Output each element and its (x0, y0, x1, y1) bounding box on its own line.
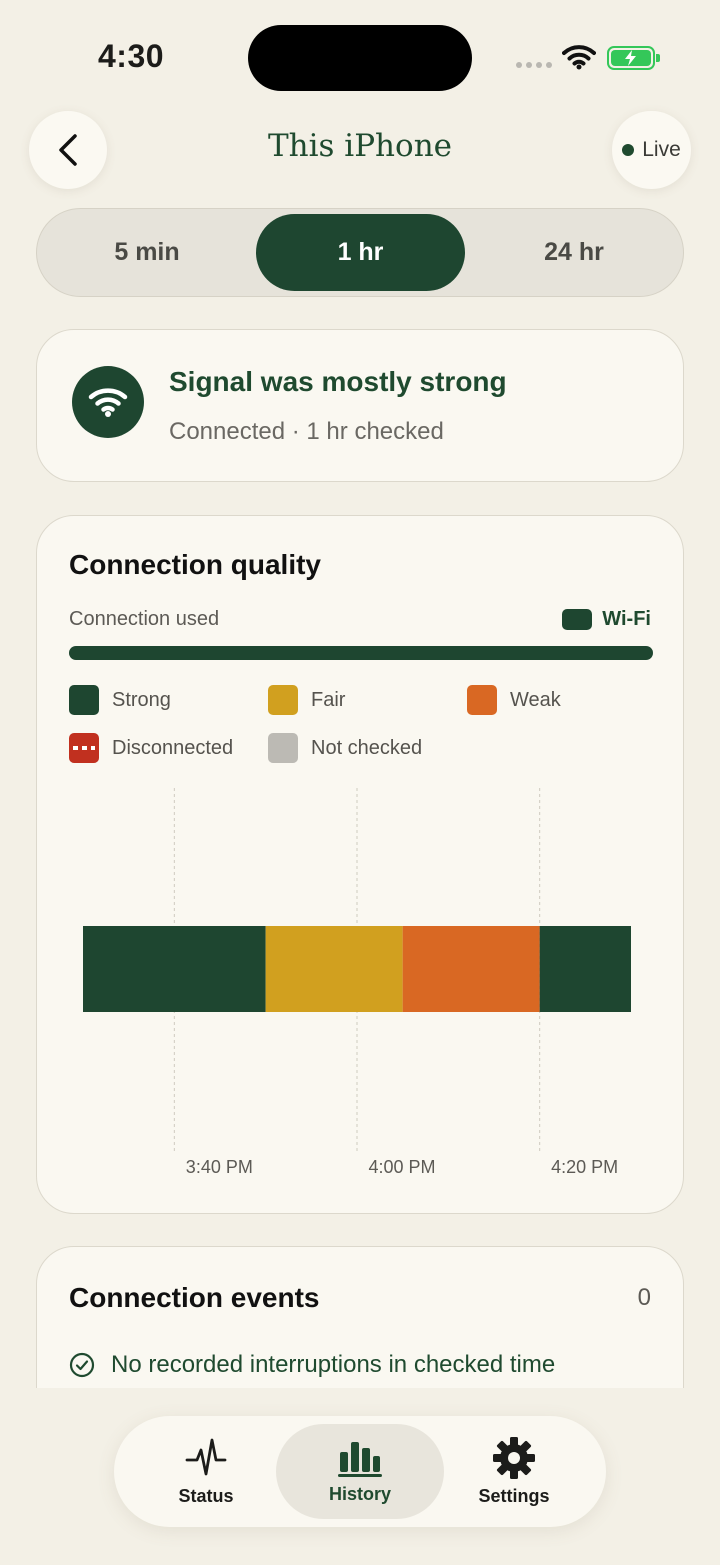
live-indicator[interactable]: Live (612, 111, 691, 189)
legend-swatch (268, 733, 298, 763)
timeline-segment-weak (402, 926, 540, 1012)
tab-bar: Status History Settings (114, 1416, 606, 1527)
events-empty-row: No recorded interruptions in checked tim… (69, 1351, 555, 1379)
tab-label: History (328, 1484, 391, 1504)
wifi-status-icon (562, 44, 596, 75)
network-type: Wi-Fi (562, 608, 651, 631)
status-time: 4:30 (98, 38, 165, 74)
dynamic-island (248, 25, 472, 91)
range-option-1hr[interactable]: 1 hr (256, 214, 465, 291)
tab-label: Settings (478, 1486, 550, 1506)
range-option-24hr[interactable]: 24 hr (469, 214, 679, 291)
legend-strong: Strong (69, 685, 171, 715)
connection-timeline-chart (83, 788, 631, 1151)
legend-label: Not checked (311, 736, 423, 759)
legend-not-checked: Not checked (268, 733, 422, 763)
legend-label: Weak (510, 688, 561, 711)
battery-icon (607, 46, 660, 70)
chevron-left-icon (59, 134, 77, 166)
legend-swatch (69, 685, 99, 715)
summary-subtitle: Connected · 1 hr checked (169, 418, 444, 445)
legend-swatch (69, 733, 99, 763)
connection-used-label: Connection used (69, 608, 220, 630)
network-type-label: Wi-Fi (602, 608, 651, 630)
events-empty-message: No recorded interruptions in checked tim… (111, 1351, 556, 1378)
x-tick-label: 4:00 PM (368, 1157, 436, 1177)
legend-fair: Fair (268, 685, 345, 715)
tab-label: Status (178, 1486, 234, 1506)
legend-swatch (268, 685, 298, 715)
x-tick-label: 4:20 PM (551, 1157, 619, 1177)
live-label: Live (642, 138, 681, 161)
timeline-segment-strong (83, 926, 266, 1012)
legend-label: Fair (311, 688, 346, 711)
cellular-signal-icon (516, 62, 552, 68)
page-title: This iPhone (267, 128, 453, 164)
back-button[interactable] (29, 111, 107, 189)
connection-used-bar (69, 646, 653, 660)
tab-status[interactable]: Status (136, 1424, 276, 1519)
legend-swatch (467, 685, 497, 715)
timeline-segment-fair (265, 926, 403, 1012)
section-title: Connection events (69, 1282, 320, 1313)
timeline-segment-strong (539, 926, 631, 1012)
legend-weak: Weak (467, 685, 561, 715)
legend-disconnected: Disconnected (69, 733, 233, 763)
connection-quality-card: Connection quality Connection used Wi-Fi… (36, 515, 684, 1214)
bar-chart-icon (338, 1442, 382, 1477)
legend-label: Strong (112, 688, 171, 711)
pulse-icon (185, 1438, 227, 1476)
wifi-swatch-icon (562, 609, 593, 630)
time-range-selector: 5 min 1 hr 24 hr (36, 208, 684, 297)
live-dot-icon (622, 144, 635, 156)
signal-summary-card: Signal was mostly strong Connected · 1 h… (36, 329, 684, 482)
range-option-5min[interactable]: 5 min (42, 214, 252, 291)
check-circle-icon (69, 1352, 95, 1378)
gear-icon (493, 1437, 535, 1479)
x-tick-label: 3:40 PM (185, 1157, 253, 1177)
tab-history[interactable]: History (276, 1424, 444, 1519)
tab-settings[interactable]: Settings (444, 1424, 584, 1519)
section-title: Connection quality (69, 549, 321, 580)
summary-title: Signal was mostly strong (169, 366, 507, 397)
events-count: 0 (637, 1284, 651, 1311)
wifi-icon (72, 366, 144, 438)
legend-label: Disconnected (112, 736, 234, 759)
